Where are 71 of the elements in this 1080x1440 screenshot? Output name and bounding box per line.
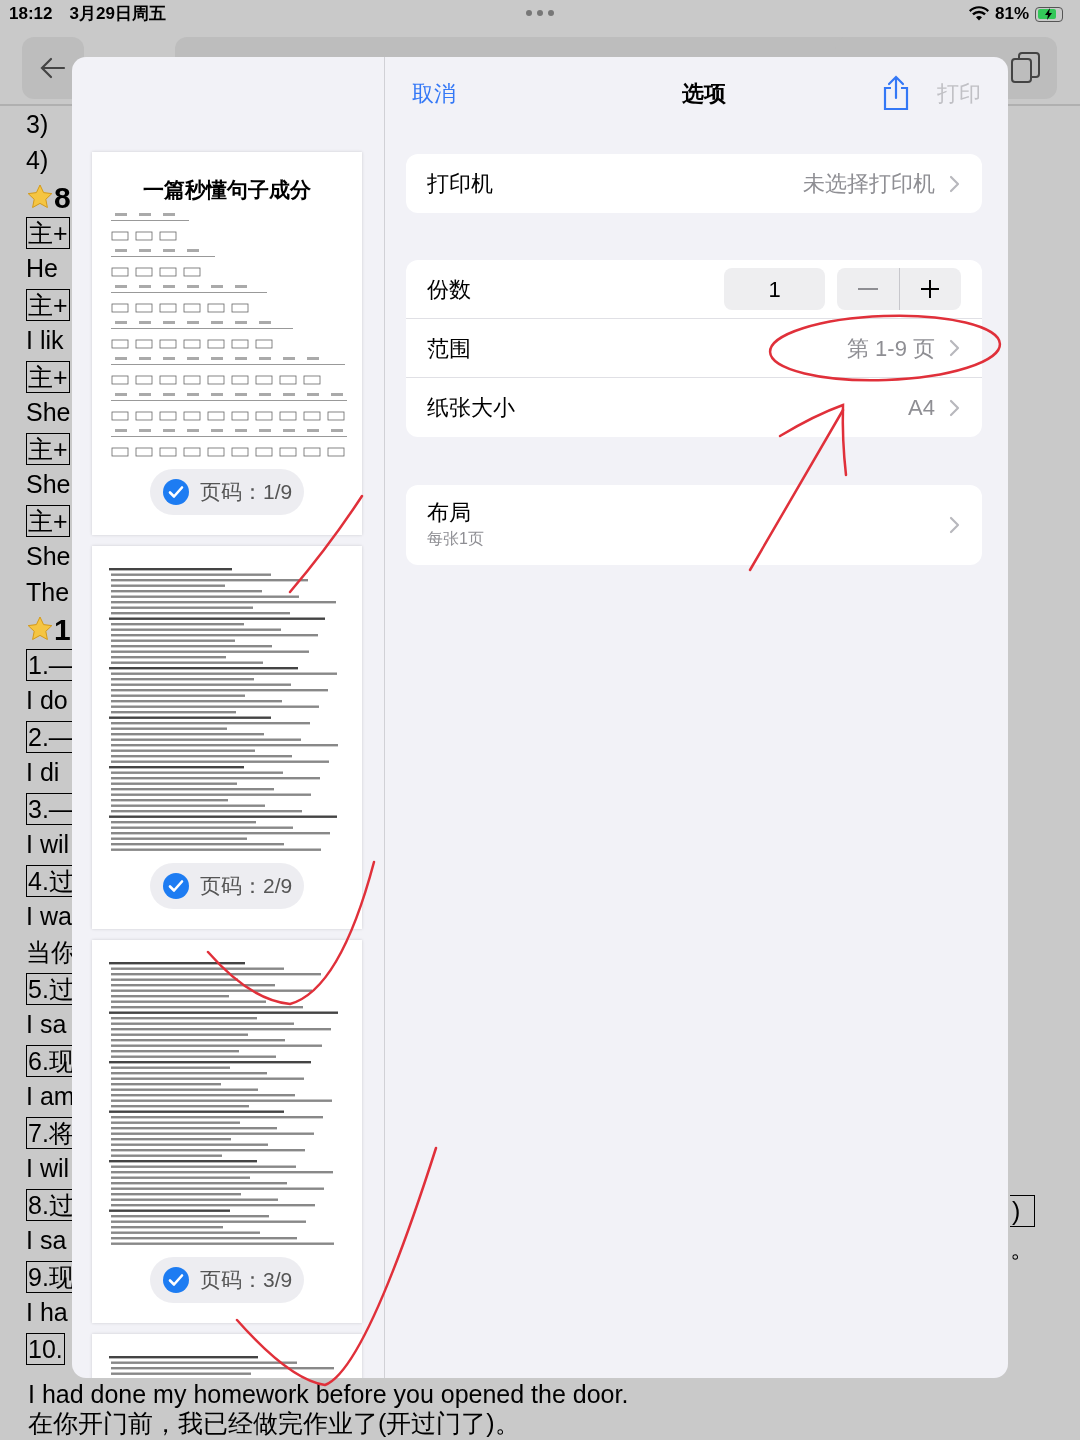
boxed-text: 主+ bbox=[26, 433, 70, 465]
status-date: 3月29日周五 bbox=[69, 3, 166, 26]
chevron-icon bbox=[949, 516, 960, 534]
checkmark-icon[interactable] bbox=[162, 478, 190, 506]
document-text: The bbox=[26, 577, 70, 609]
document-text: He bbox=[26, 253, 58, 285]
battery-icon bbox=[1035, 6, 1063, 22]
dialog-title: 选项 bbox=[682, 79, 726, 108]
document-text: She bbox=[26, 469, 71, 501]
settings-row[interactable]: 打印机 未选择打印机 bbox=[406, 154, 982, 213]
document-text: I ha bbox=[26, 1297, 68, 1329]
boxed-text: 主+ bbox=[26, 361, 70, 393]
document-text: I wil bbox=[26, 1153, 70, 1185]
battery-percent: 81% bbox=[994, 3, 1029, 26]
boxed-text: 主+ bbox=[26, 505, 70, 537]
row-label: 布局 bbox=[427, 499, 472, 527]
heading-text: 1 bbox=[54, 611, 71, 648]
cancel-button[interactable]: 取消 bbox=[412, 76, 456, 110]
boxed-text: 主+ bbox=[26, 217, 70, 249]
boxed-text: 主+ bbox=[26, 289, 70, 321]
boxed-text: ) bbox=[1010, 1195, 1035, 1227]
minus-icon bbox=[857, 287, 878, 291]
document-text: I sa bbox=[26, 1009, 67, 1041]
status-time: 18:12 bbox=[9, 3, 53, 26]
document-text: I wil bbox=[26, 829, 70, 861]
page-number: 页码：3/9 bbox=[200, 1267, 293, 1294]
plus-icon bbox=[920, 279, 941, 299]
document-text: I had done my homework before you opened the door. bbox=[28, 1380, 629, 1409]
row-label: 纸张大小 bbox=[427, 394, 515, 422]
wifi-icon bbox=[968, 6, 989, 22]
document-text: I lik bbox=[26, 325, 64, 357]
settings-row[interactable]: 范围 第 1-9 页 bbox=[406, 319, 982, 378]
document-text: I sa bbox=[26, 1225, 67, 1257]
chevron-icon bbox=[949, 339, 960, 357]
settings-row[interactable]: 纸张大小 A4 bbox=[406, 378, 982, 437]
document-text: She bbox=[26, 541, 71, 573]
checkmark-icon[interactable] bbox=[162, 1266, 190, 1294]
heading-text: 8 bbox=[54, 179, 71, 216]
copies-field[interactable]: 1 bbox=[724, 268, 825, 310]
page-thumbnail[interactable]: 一篇秒懂句子成分 页码：1/9 bbox=[92, 152, 362, 535]
document-text: She bbox=[26, 397, 71, 429]
row-label: 范围 bbox=[427, 334, 471, 363]
document-text: 。 bbox=[1010, 1233, 1035, 1263]
copy-icon[interactable] bbox=[1011, 52, 1041, 84]
document-text: I di bbox=[26, 757, 60, 789]
page-number: 页码：1/9 bbox=[200, 479, 293, 506]
row-label: 份数 bbox=[427, 275, 471, 304]
row-label: 打印机 bbox=[427, 170, 493, 198]
document-text: 4) bbox=[26, 145, 49, 177]
back-arrow-icon bbox=[40, 57, 66, 79]
share-icon[interactable] bbox=[882, 75, 910, 111]
star-icon bbox=[26, 615, 54, 643]
row-detail: 每张1页 bbox=[427, 529, 484, 549]
page-thumbnail[interactable]: 页码：3/9 bbox=[92, 940, 362, 1323]
page-title: 一篇秒懂句子成分 bbox=[143, 177, 311, 203]
page-thumbnail[interactable]: 页码：2/9 bbox=[92, 546, 362, 929]
settings-row[interactable]: 布局 每张1页 bbox=[406, 485, 982, 565]
boxed-text: 10. bbox=[26, 1333, 65, 1365]
document-text: I do bbox=[26, 685, 68, 717]
document-text: 3) bbox=[26, 109, 49, 141]
star-icon bbox=[26, 183, 54, 211]
chevron-icon bbox=[949, 398, 960, 417]
page-number: 页码：2/9 bbox=[200, 873, 293, 900]
chevron-icon bbox=[949, 174, 960, 193]
row-value: 第 1-9 页 bbox=[846, 334, 935, 363]
row-value: 未选择打印机 bbox=[803, 170, 935, 198]
checkmark-icon[interactable] bbox=[162, 872, 190, 900]
multitasking-dots-icon[interactable] bbox=[525, 9, 555, 17]
row-value: A4 bbox=[908, 394, 935, 422]
document-text: I wa bbox=[26, 901, 72, 933]
document-text: 在你开门前，我已经做完作业了(开过门了)。 bbox=[28, 1409, 521, 1438]
